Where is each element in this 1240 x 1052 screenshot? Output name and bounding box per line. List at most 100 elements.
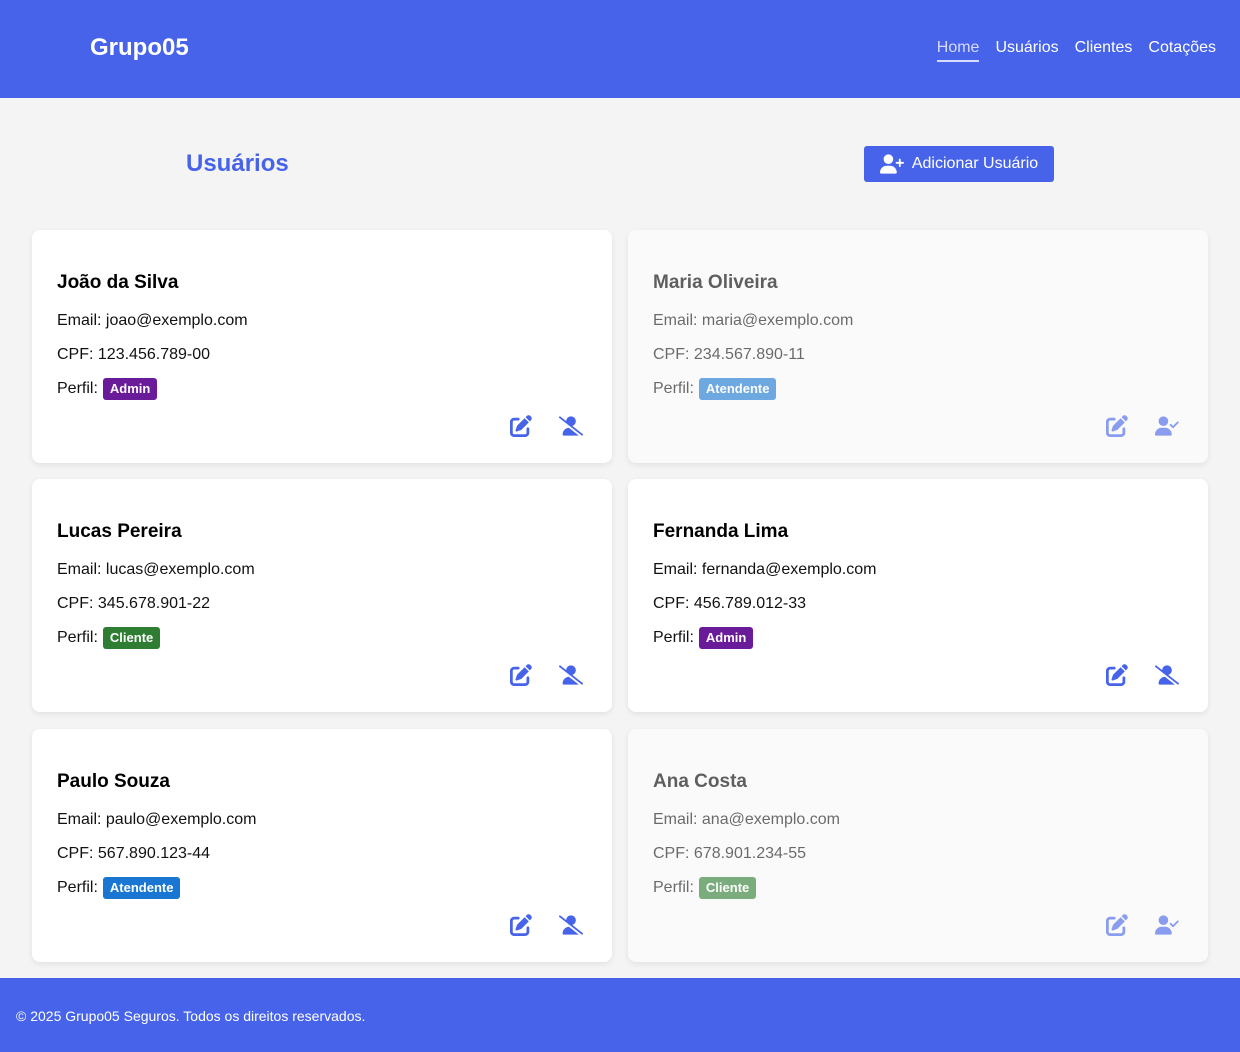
edit-user-button[interactable] bbox=[1104, 414, 1130, 438]
nav-usuarios[interactable]: Usuários bbox=[995, 38, 1058, 62]
user-check-icon bbox=[1155, 915, 1179, 935]
user-perfil-line: Perfil: Atendente bbox=[57, 877, 181, 899]
user-plus-icon bbox=[879, 154, 904, 174]
perfil-label: Perfil: bbox=[57, 879, 98, 896]
nav-cotacoes[interactable]: Cotações bbox=[1148, 38, 1216, 62]
user-cpf: 678.901.234-55 bbox=[693, 845, 807, 862]
user-cpf-line: CPF: 345.678.901-22 bbox=[57, 595, 210, 613]
edit-icon bbox=[1106, 664, 1128, 686]
user-card: Fernanda Lima Email: fernanda@exemplo.co… bbox=[628, 479, 1208, 712]
email-label: Email: bbox=[653, 561, 698, 578]
card-actions bbox=[508, 414, 584, 438]
user-card: Maria Oliveira Email: maria@exemplo.com … bbox=[628, 230, 1208, 463]
main-nav: Home Usuários Clientes Cotações bbox=[936, 38, 1216, 62]
toggle-user-button[interactable] bbox=[1154, 913, 1180, 937]
user-cpf: 123.456.789-00 bbox=[97, 346, 211, 363]
nav-home[interactable]: Home bbox=[936, 38, 980, 62]
user-slash-icon bbox=[559, 416, 583, 436]
user-perfil-line: Perfil: Cliente bbox=[57, 627, 161, 649]
edit-icon bbox=[1106, 914, 1128, 936]
email-label: Email: bbox=[653, 811, 698, 828]
user-perfil-line: Perfil: Cliente bbox=[653, 877, 757, 899]
user-perfil-line: Perfil: Admin bbox=[653, 627, 754, 649]
add-user-button[interactable]: Adicionar Usuário bbox=[864, 146, 1054, 182]
perfil-label: Perfil: bbox=[57, 380, 98, 397]
user-name: Lucas Pereira bbox=[57, 521, 182, 542]
page-title: Usuários bbox=[186, 150, 289, 177]
add-user-label: Adicionar Usuário bbox=[911, 155, 1039, 172]
card-actions bbox=[1104, 414, 1180, 438]
cpf-label: CPF: bbox=[57, 845, 94, 862]
user-cpf-line: CPF: 678.901.234-55 bbox=[653, 845, 806, 863]
user-email-line: Email: maria@exemplo.com bbox=[653, 312, 853, 330]
user-cpf: 234.567.890-11 bbox=[693, 346, 805, 363]
cpf-label: CPF: bbox=[653, 845, 690, 862]
user-card: Paulo Souza Email: paulo@exemplo.com CPF… bbox=[32, 729, 612, 962]
nav-clientes[interactable]: Clientes bbox=[1075, 38, 1133, 62]
edit-user-button[interactable] bbox=[508, 913, 534, 937]
user-email-line: Email: fernanda@exemplo.com bbox=[653, 561, 876, 579]
perfil-badge: Admin bbox=[698, 627, 754, 649]
user-cpf: 456.789.012-33 bbox=[693, 595, 807, 612]
user-name: Paulo Souza bbox=[57, 771, 170, 792]
cpf-label: CPF: bbox=[653, 595, 690, 612]
toggle-user-button[interactable] bbox=[558, 913, 584, 937]
email-label: Email: bbox=[57, 811, 102, 828]
toggle-user-button[interactable] bbox=[1154, 663, 1180, 687]
user-card: Ana Costa Email: ana@exemplo.com CPF: 67… bbox=[628, 729, 1208, 962]
email-label: Email: bbox=[57, 312, 102, 329]
user-slash-icon bbox=[559, 915, 583, 935]
email-label: Email: bbox=[653, 312, 698, 329]
user-email: paulo@exemplo.com bbox=[105, 811, 257, 828]
user-name: Ana Costa bbox=[653, 771, 747, 792]
user-name: Maria Oliveira bbox=[653, 272, 778, 293]
toggle-user-button[interactable] bbox=[558, 663, 584, 687]
edit-user-button[interactable] bbox=[1104, 663, 1130, 687]
user-cpf-line: CPF: 456.789.012-33 bbox=[653, 595, 806, 613]
perfil-badge: Atendente bbox=[102, 877, 181, 899]
user-email: lucas@exemplo.com bbox=[105, 561, 255, 578]
edit-user-button[interactable] bbox=[508, 414, 534, 438]
user-email: maria@exemplo.com bbox=[701, 312, 854, 329]
card-actions bbox=[508, 913, 584, 937]
footer-copyright: © 2025 Grupo05 Seguros. Todos os direito… bbox=[16, 1008, 366, 1024]
user-name: João da Silva bbox=[57, 272, 179, 293]
user-name: Fernanda Lima bbox=[653, 521, 789, 542]
perfil-badge: Cliente bbox=[698, 877, 757, 899]
perfil-badge: Admin bbox=[102, 378, 158, 400]
user-slash-icon bbox=[1155, 665, 1179, 685]
edit-user-button[interactable] bbox=[1104, 913, 1130, 937]
edit-user-button[interactable] bbox=[508, 663, 534, 687]
perfil-label: Perfil: bbox=[57, 629, 98, 646]
user-email-line: Email: paulo@exemplo.com bbox=[57, 811, 256, 829]
page-footer: © 2025 Grupo05 Seguros. Todos os direito… bbox=[0, 978, 1240, 1052]
edit-icon bbox=[510, 664, 532, 686]
perfil-label: Perfil: bbox=[653, 629, 694, 646]
user-email: ana@exemplo.com bbox=[701, 811, 840, 828]
user-cpf-line: CPF: 234.567.890-11 bbox=[653, 346, 805, 364]
brand-logo[interactable]: Grupo05 bbox=[90, 34, 189, 62]
user-email: fernanda@exemplo.com bbox=[701, 561, 877, 578]
cpf-label: CPF: bbox=[653, 346, 690, 363]
user-cpf: 345.678.901-22 bbox=[97, 595, 211, 612]
perfil-label: Perfil: bbox=[653, 879, 694, 896]
email-label: Email: bbox=[57, 561, 102, 578]
user-perfil-line: Perfil: Atendente bbox=[653, 378, 777, 400]
toggle-user-button[interactable] bbox=[1154, 414, 1180, 438]
user-card: Lucas Pereira Email: lucas@exemplo.com C… bbox=[32, 479, 612, 712]
perfil-label: Perfil: bbox=[653, 380, 694, 397]
user-email: joao@exemplo.com bbox=[105, 312, 248, 329]
edit-icon bbox=[1106, 415, 1128, 437]
user-cpf-line: CPF: 567.890.123-44 bbox=[57, 845, 210, 863]
toggle-user-button[interactable] bbox=[558, 414, 584, 438]
top-header: Grupo05 Home Usuários Clientes Cotações bbox=[0, 0, 1240, 98]
edit-icon bbox=[510, 914, 532, 936]
user-cpf-line: CPF: 123.456.789-00 bbox=[57, 346, 210, 364]
user-email-line: Email: joao@exemplo.com bbox=[57, 312, 248, 330]
perfil-badge: Atendente bbox=[698, 378, 777, 400]
cpf-label: CPF: bbox=[57, 346, 94, 363]
user-email-line: Email: ana@exemplo.com bbox=[653, 811, 840, 829]
card-actions bbox=[1104, 913, 1180, 937]
edit-icon bbox=[510, 415, 532, 437]
user-perfil-line: Perfil: Admin bbox=[57, 378, 158, 400]
